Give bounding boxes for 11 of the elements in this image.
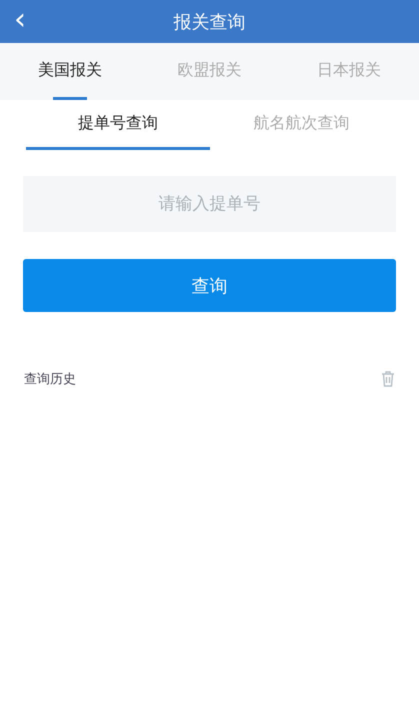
back-button[interactable]: ‹ xyxy=(14,2,26,38)
tab[interactable]: 日本报关 xyxy=(279,43,419,100)
tab[interactable]: 欧盟报关 xyxy=(140,43,280,100)
page-title: 报关查询 xyxy=(174,10,246,34)
trash-icon[interactable] xyxy=(381,371,395,387)
tab[interactable]: 美国报关 xyxy=(0,43,140,100)
input-field[interactable]: 请输入提单号 xyxy=(23,176,396,232)
tab[interactable]: 航名航次查询 xyxy=(210,100,393,150)
query-button[interactable]: 查询 xyxy=(23,259,396,312)
section-title: 查询历史 xyxy=(24,371,76,388)
tab[interactable]: 提单号查询 xyxy=(26,100,210,150)
